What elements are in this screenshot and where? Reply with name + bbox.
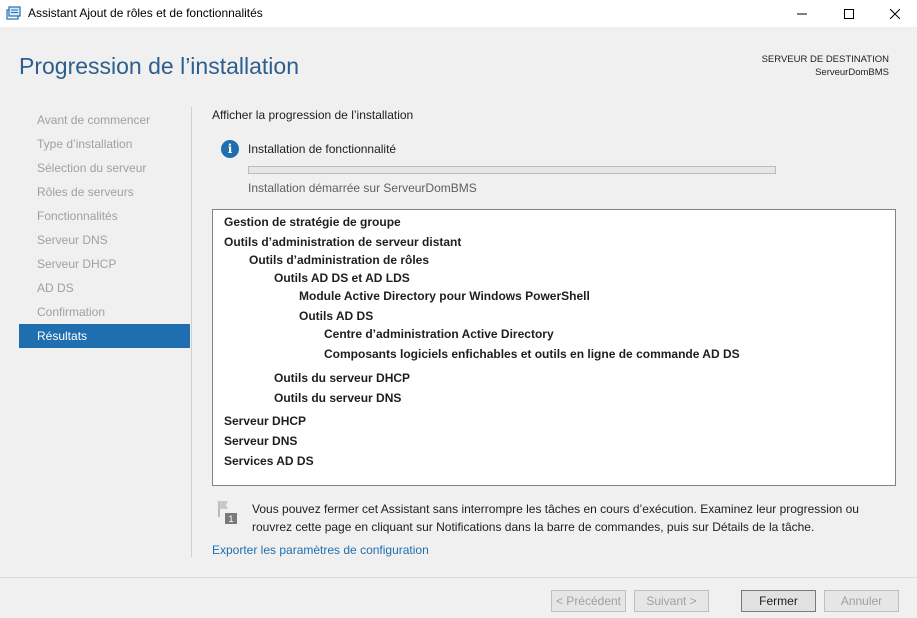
list-item: Gestion de stratégie de groupe <box>224 215 401 229</box>
list-item: Outils du serveur DNS <box>274 391 402 405</box>
server-manager-icon <box>6 6 22 20</box>
wizard-nav: Avant de commencer Type d’installation S… <box>19 108 190 348</box>
notification-badge: 1 <box>228 514 233 524</box>
nav-item-features[interactable]: Fonctionnalités <box>19 204 190 228</box>
nav-item-ad-ds[interactable]: AD DS <box>19 276 190 300</box>
close-window-button[interactable] <box>872 0 917 27</box>
next-button[interactable]: Suivant > <box>634 590 709 612</box>
wizard-footer: < Précédent Suivant > Fermer Annuler <box>0 577 917 618</box>
nav-item-confirmation[interactable]: Confirmation <box>19 300 190 324</box>
list-item: Module Active Directory pour Windows Pow… <box>299 289 590 303</box>
cancel-button[interactable]: Annuler <box>824 590 899 612</box>
destination-server-name: ServeurDomBMS <box>815 67 889 78</box>
nav-item-dns-server[interactable]: Serveur DNS <box>19 228 190 252</box>
list-item: Outils du serveur DHCP <box>274 371 411 385</box>
nav-item-dhcp-server[interactable]: Serveur DHCP <box>19 252 190 276</box>
nav-item-installation-type[interactable]: Type d’installation <box>19 132 190 156</box>
window-title: Assistant Ajout de rôles et de fonctionn… <box>28 6 263 20</box>
section-label: Afficher la progression de l’installatio… <box>212 108 414 122</box>
destination-server: SERVEUR DE DESTINATION ServeurDomBMS <box>762 53 889 79</box>
wizard-window: Progression de l’installation SERVEUR DE… <box>0 27 917 618</box>
nav-item-server-selection[interactable]: Sélection du serveur <box>19 156 190 180</box>
destination-label: SERVEUR DE DESTINATION <box>761 54 889 65</box>
list-item: Services AD DS <box>224 454 314 468</box>
list-item: Outils AD DS et AD LDS <box>274 271 410 285</box>
list-item: Serveur DNS <box>224 434 298 448</box>
info-icon: i <box>221 140 239 158</box>
close-icon <box>890 8 900 19</box>
maximize-icon <box>844 8 854 19</box>
nav-divider <box>191 107 192 557</box>
notice-text: Vous pouvez fermer cet Assistant sans in… <box>252 502 859 534</box>
page-title: Progression de l’installation <box>19 53 299 79</box>
nav-item-before-you-begin[interactable]: Avant de commencer <box>19 108 190 132</box>
status-title: Installation de fonctionnalité <box>248 142 397 156</box>
nav-item-results[interactable]: Résultats <box>19 324 190 348</box>
previous-button[interactable]: < Précédent <box>551 590 626 612</box>
title-bar: Assistant Ajout de rôles et de fonctionn… <box>0 0 917 27</box>
wizard-header: Progression de l’installation SERVEUR DE… <box>0 27 917 99</box>
list-item: Outils d’administration de serveur dista… <box>224 235 462 249</box>
list-item: Serveur DHCP <box>224 414 307 428</box>
progress-status-text: Installation démarrée sur ServeurDomBMS <box>248 181 477 195</box>
minimize-icon <box>797 13 807 14</box>
list-item: Centre d’administration Active Directory <box>324 327 554 341</box>
maximize-button[interactable] <box>826 0 872 27</box>
notification-flag-icon: 1 <box>216 499 238 525</box>
nav-item-server-roles[interactable]: Rôles de serveurs <box>19 180 190 204</box>
list-item: Composants logiciels enfichables et outi… <box>324 347 740 361</box>
close-button[interactable]: Fermer <box>741 590 816 612</box>
list-item: Outils AD DS <box>299 309 374 323</box>
export-config-link[interactable]: Exporter les paramètres de configuration <box>212 543 429 557</box>
install-progress-bar <box>248 166 776 174</box>
minimize-button[interactable] <box>779 0 825 27</box>
list-item: Outils d’administration de rôles <box>249 253 430 267</box>
results-list[interactable]: Gestion de stratégie de groupe Outils d’… <box>212 209 896 486</box>
